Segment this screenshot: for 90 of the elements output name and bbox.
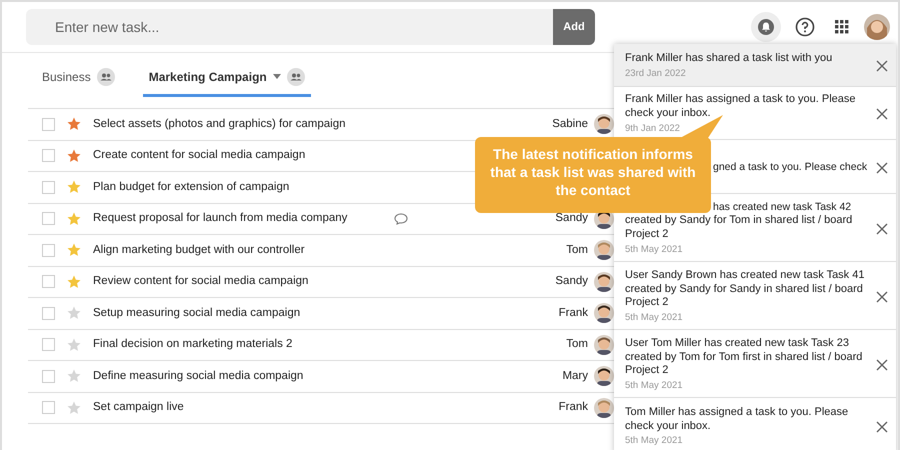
star-icon[interactable] [67,148,81,163]
close-button[interactable] [876,108,888,120]
task-checkbox[interactable] [42,306,55,320]
star-icon[interactable] [67,243,81,258]
notification-date: 23rd Jan 2022 [625,68,686,80]
notifications-button[interactable] [751,12,781,42]
assignee-name: Sabine [552,116,588,132]
notification-date: 5th May 2021 [625,435,683,448]
notification-text: gned a task to you. Please check [713,160,868,174]
task-title[interactable]: Final decision on marketing materials 2 [93,336,292,354]
task-title[interactable]: Setup measuring social media campaign [93,304,300,322]
shared-people-icon [96,68,115,86]
add-button[interactable]: Add [553,9,595,45]
close-button[interactable] [876,420,888,432]
close-button[interactable] [876,60,888,72]
notification-item[interactable]: Tom Miller has assigned a task to you. Please check your inbox. 5th May 2021 [614,398,896,450]
assignee-name: Tom [566,337,588,352]
notification-text: Frank Miller has shared a task list with you [625,52,832,64]
notification-text: created by Sandy for Tom in shared list / board Project 2 [625,214,852,240]
assignee-name: Sandy [555,274,588,290]
notification-item[interactable]: User Sandy Brown has created new task Task 41 created by Sandy for Sandy in shared list / board Project 2 5th May 2021 [614,262,896,330]
close-icon [876,222,888,234]
user-avatar[interactable] [864,14,890,40]
notification-date: 5th May 2021 [625,380,683,392]
callout-tooltip: The latest notification informs that a task list was shared with the contact [475,137,711,213]
task-checkbox[interactable] [42,244,55,257]
task-title[interactable]: Create content for social media campaign [93,147,306,164]
task-title[interactable]: Review content for social media campaign [93,273,308,290]
close-button[interactable] [876,358,888,370]
task-checkbox[interactable] [42,149,55,162]
assignee-name: Frank [558,400,588,416]
task-title[interactable]: Define measuring social media compaign [93,368,304,385]
list-tab[interactable]: Business [36,68,121,96]
bell-icon [757,18,775,36]
close-button[interactable] [876,222,888,234]
notification-text: User Sandy Brown has created new task Task 41 created by Sandy for Sandy in shared list / board Project 2 [625,268,864,308]
task-checkbox[interactable] [42,212,55,226]
task-title[interactable]: Plan budget for extension of campaign [93,178,290,196]
close-button[interactable] [876,290,888,302]
close-icon [876,358,888,370]
avatar [594,240,614,260]
task-checkbox[interactable] [42,180,55,194]
assignee-name: Frank [558,306,588,321]
task-title[interactable]: Align marketing budget with our controller [93,242,305,259]
new-task-field[interactable]: Enter new task... [26,9,553,45]
notification-text: Tom Miller has assigned a task to you. Please check your inbox. [625,406,848,432]
notification-text: has created new task Task 42 [713,201,852,214]
help-icon[interactable] [795,17,815,37]
star-icon[interactable] [67,306,81,320]
notification-date: 9th Jan 2022 [625,122,680,135]
assignee-name: Mary [562,368,588,384]
task-checkbox[interactable] [42,118,55,131]
close-icon [876,60,888,72]
avatar [594,114,614,134]
avatar [594,398,614,418]
close-icon [876,108,888,120]
avatar [594,334,614,355]
list-tab[interactable]: Marketing Campaign [142,68,311,96]
star-icon[interactable] [67,369,81,384]
task-checkbox[interactable] [42,275,55,288]
star-icon[interactable] [67,180,81,194]
star-icon[interactable] [67,400,81,415]
assignee-name: Tom [566,242,588,258]
notification-item[interactable]: User Tom Miller has created new task Task 23 created by Tom for Tom first in shared list / board Project 2 5th May 2021 [614,330,896,398]
task-checkbox[interactable] [42,338,55,352]
task-title[interactable]: Select assets (photos and graphics) for campaign [93,116,346,133]
notification-text: Frank Miller has assigned a task to you. Please check your inbox. [625,93,856,120]
assignee-name: Sandy [555,211,588,226]
close-icon [876,420,888,432]
avatar [594,366,614,386]
star-icon[interactable] [67,117,81,132]
task-checkbox[interactable] [42,370,55,383]
task-checkbox[interactable] [42,401,55,414]
notification-text: User Tom Miller has created new task Task 23 created by Tom for Tom first in shared list / board Project 2 [625,336,862,376]
shared-people-icon [286,68,305,86]
avatar [594,303,614,324]
notification-item[interactable]: Frank Miller has shared a task list with you 23rd Jan 2022 [614,44,896,87]
comment-icon[interactable] [394,212,408,225]
star-icon[interactable] [67,338,81,352]
close-icon [876,162,888,174]
close-icon [876,290,888,302]
task-title[interactable]: Request proposal for launch from media company [93,210,348,228]
apps-grid-icon[interactable] [835,20,849,34]
notification-date: 5th May 2021 [625,312,683,324]
close-button[interactable] [876,162,888,174]
avatar [594,272,614,292]
task-title[interactable]: Set campaign live [93,399,184,416]
star-icon[interactable] [67,274,81,289]
notification-date: 5th May 2021 [625,244,683,256]
star-icon[interactable] [67,212,81,226]
